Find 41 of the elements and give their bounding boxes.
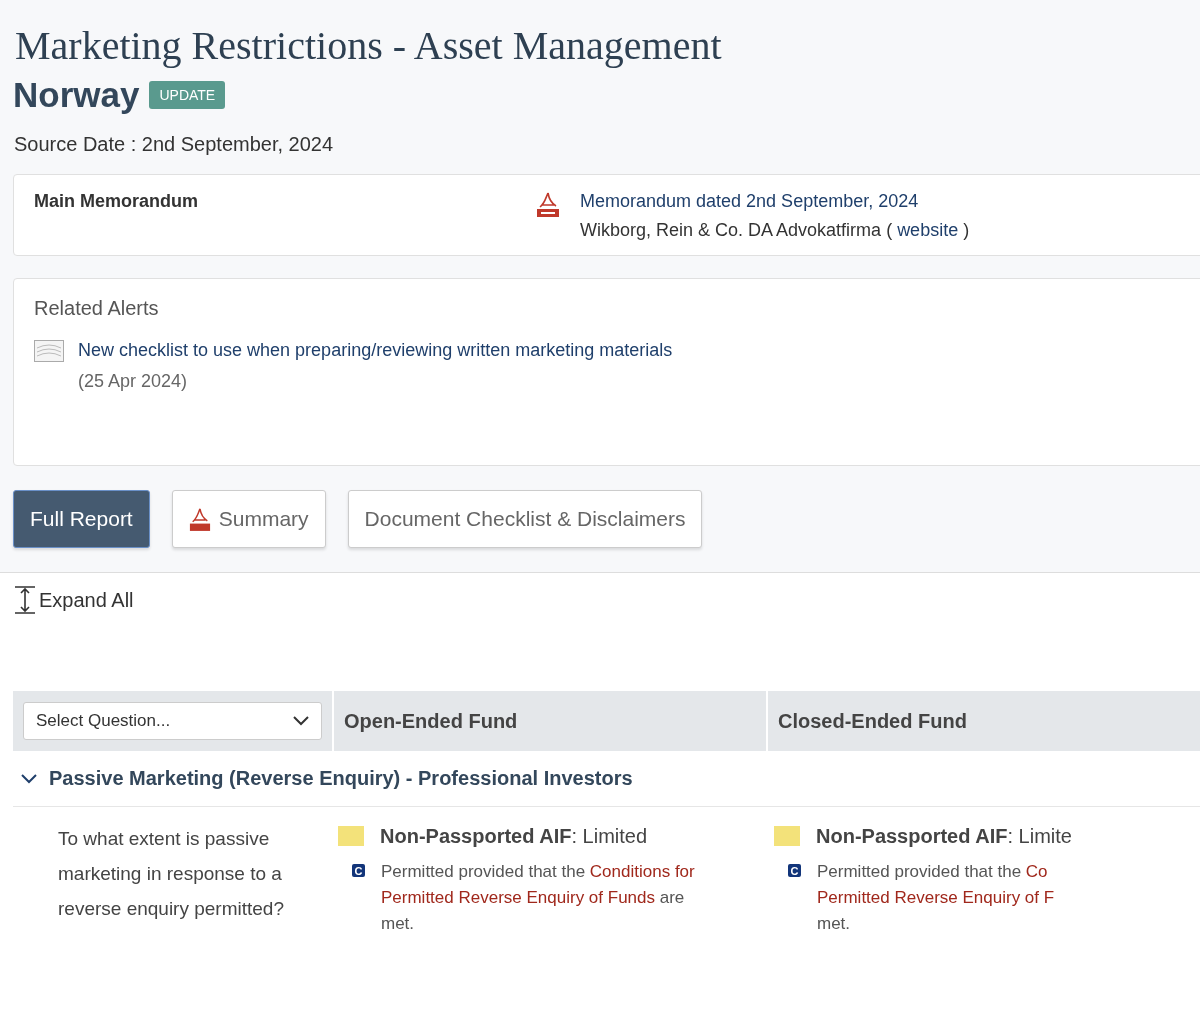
report-tab[interactable]: Full Report (13, 490, 150, 548)
conditions-link[interactable]: Co (1025, 862, 1048, 881)
conditions-link[interactable]: Conditions for (589, 862, 695, 881)
alert-link[interactable]: New checklist to use when preparing/reviewing written marketing materials (78, 340, 673, 360)
section-title[interactable]: Passive Marketing (Reverse Enquiry) - Professional Investors (49, 767, 633, 790)
report-tab[interactable]: Document Checklist & Disclaimers (347, 490, 703, 548)
page-title: Marketing Restrictions - Asset Management (15, 22, 723, 69)
chevron-down-icon (293, 716, 309, 726)
related-alerts-heading: Related Alerts (34, 297, 160, 320)
firm-name: Wikborg, Rein & Co. DA Advokatfirma (580, 220, 882, 241)
newspaper-icon (34, 340, 64, 362)
memorandum-link[interactable]: Memorandum dated 2nd September, 2024 (580, 191, 919, 211)
note-badge: C (352, 864, 365, 877)
parenthesis: ( (886, 220, 893, 241)
question-select[interactable]: Select Question... (23, 702, 322, 740)
note-text: met. (817, 914, 851, 933)
chevron-icon[interactable] (21, 773, 37, 784)
note-text: met. (381, 914, 415, 933)
alert-date: (25 Apr 2024) (78, 371, 189, 392)
pdf-icon (188, 507, 211, 531)
note-text: are (658, 888, 685, 907)
column-header: Open-Ended Fund (332, 691, 766, 751)
pdf-icon[interactable] (536, 191, 560, 217)
memorandum-label: Main Memorandum (34, 191, 199, 213)
source-date: Source Date : 2nd September, 2024 (14, 133, 335, 156)
note-badge: C (788, 864, 801, 877)
update-badge: UPDATE (149, 81, 226, 109)
expand-icon (13, 585, 37, 615)
conditions-link[interactable]: Permitted Reverse Enquiry of F (817, 888, 1055, 907)
country-name: Norway (13, 75, 140, 115)
parenthesis: ) (963, 220, 970, 241)
expand-all-button[interactable]: Expand All (13, 585, 134, 615)
status-text: Non-Passported AIF: Limite (816, 824, 1072, 848)
column-header: Closed-Ended Fund (766, 691, 1200, 751)
note-text: Permitted provided that the (817, 862, 1023, 881)
report-tab[interactable]: Summary (171, 490, 326, 548)
conditions-link[interactable]: Permitted Reverse Enquiry of Funds (381, 888, 655, 907)
note-text: Permitted provided that the (381, 862, 587, 881)
question-text: To what extent is passive marketing in response to a reverse enquiry permitted? (57, 827, 285, 921)
status-text: Non-Passported AIF: Limited (380, 824, 648, 848)
website-link[interactable]: website (897, 220, 959, 241)
